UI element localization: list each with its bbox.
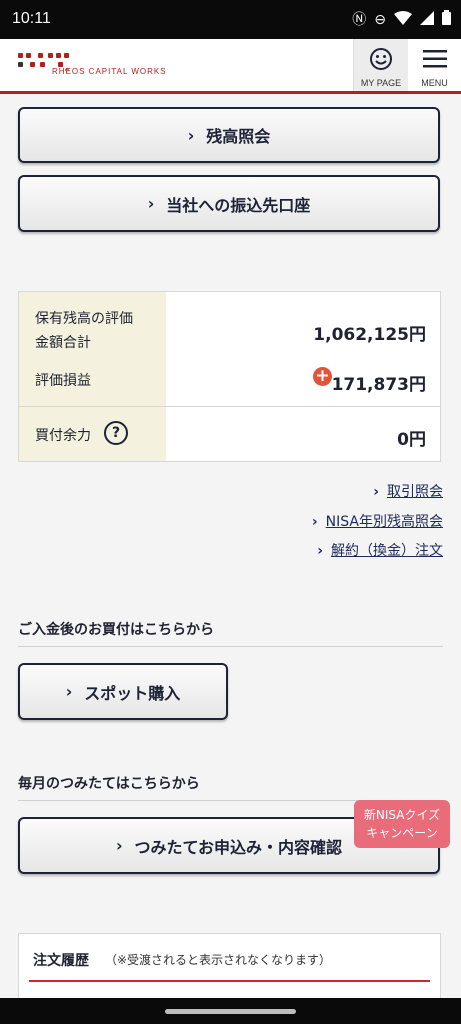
hamburger-icon [422, 50, 447, 68]
balance-inquiry-button[interactable]: › 残高照会 [18, 107, 440, 163]
my-page-button[interactable]: MY PAGE [353, 39, 408, 91]
chevron-right-icon: › [147, 194, 155, 213]
menu-button[interactable]: MENU [408, 39, 461, 91]
cancel-order-label: 解約（換金）注文 [331, 543, 443, 559]
battery-icon [442, 10, 451, 30]
smiley-icon [370, 48, 392, 70]
pl-label: 評価損益 [35, 373, 91, 389]
app-header: RHEOS CAPITAL WORKS MY PAGE MENU [0, 39, 461, 94]
buying-power-value: 0円 [397, 430, 426, 450]
help-icon[interactable]: ? [104, 421, 128, 445]
eval-label-line2: 金額合計 [35, 335, 91, 351]
chevron-right-icon: › [373, 484, 379, 500]
status-bar: 10:11 Ⓝ ⊖ [0, 0, 461, 39]
status-icons: Ⓝ ⊖ [352, 10, 451, 30]
transfer-account-label: 当社への振込先口座 [166, 195, 311, 215]
dnd-icon: ⊖ [374, 12, 386, 28]
nisa-balance-label: NISA年別残高照会 [325, 514, 443, 530]
transfer-account-button[interactable]: › 当社への振込先口座 [18, 175, 440, 232]
spot-purchase-button[interactable]: › スポット購入 [18, 663, 228, 720]
status-time: 10:11 [12, 10, 51, 27]
badge-line1: 新NISAクイズ [363, 808, 441, 822]
pl-value: 171,873円 [331, 375, 426, 395]
chevron-right-icon: › [317, 543, 323, 559]
wifi-icon [394, 10, 412, 30]
brand-name: RHEOS CAPITAL WORKS [52, 67, 167, 76]
transaction-inquiry-label: 取引照会 [387, 484, 443, 500]
summary-divider [19, 406, 440, 407]
eval-label-line1: 保有残高の評価 [35, 311, 133, 327]
eval-value: 1,062,125円 [313, 325, 426, 345]
nfc-icon: Ⓝ [352, 12, 367, 28]
chevron-right-icon: › [311, 514, 318, 530]
order-history-title: 注文履歴 [33, 953, 89, 969]
home-gesture-pill[interactable] [165, 1009, 296, 1014]
tsumitate-apply-label: つみたてお申込み・内容確認 [134, 837, 343, 857]
section-divider [18, 646, 443, 647]
my-page-label: MY PAGE [360, 78, 402, 88]
portfolio-summary: 保有残高の評価 金額合計 1,062,125円 評価損益 + 171,873円 … [18, 291, 441, 462]
order-history-panel: 注文履歴 （※受渡されると表示されなくなります） [18, 933, 441, 999]
chevron-right-icon: › [115, 836, 123, 855]
nisa-quiz-campaign-badge[interactable]: 新NISAクイズ キャンペーン [354, 800, 450, 848]
cancel-order-link[interactable]: › 解約（換金）注文 [317, 540, 443, 560]
order-history-note: （※受渡されると表示されなくなります） [105, 953, 332, 967]
nisa-balance-link[interactable]: › NISA年別残高照会 [312, 511, 443, 531]
plus-icon: + [313, 367, 332, 386]
brand-logo[interactable] [18, 51, 188, 81]
order-history-rule [29, 980, 430, 982]
chevron-right-icon: › [65, 682, 73, 701]
balance-inquiry-label: 残高照会 [206, 127, 271, 146]
chevron-right-icon: › [187, 125, 195, 145]
monthly-section-title: 毎月のつみたてはこちらから [18, 776, 200, 792]
transaction-inquiry-link[interactable]: › 取引照会 [373, 481, 443, 501]
buying-power-label: 買付余力 [35, 428, 91, 444]
spot-section-title: ご入金後のお買付はこちらから [18, 622, 214, 638]
spot-purchase-label: スポット購入 [84, 683, 181, 703]
signal-icon [420, 10, 434, 30]
badge-line2: キャンペーン [366, 826, 438, 840]
menu-label: MENU [421, 78, 448, 88]
system-nav-bar [0, 998, 461, 1024]
